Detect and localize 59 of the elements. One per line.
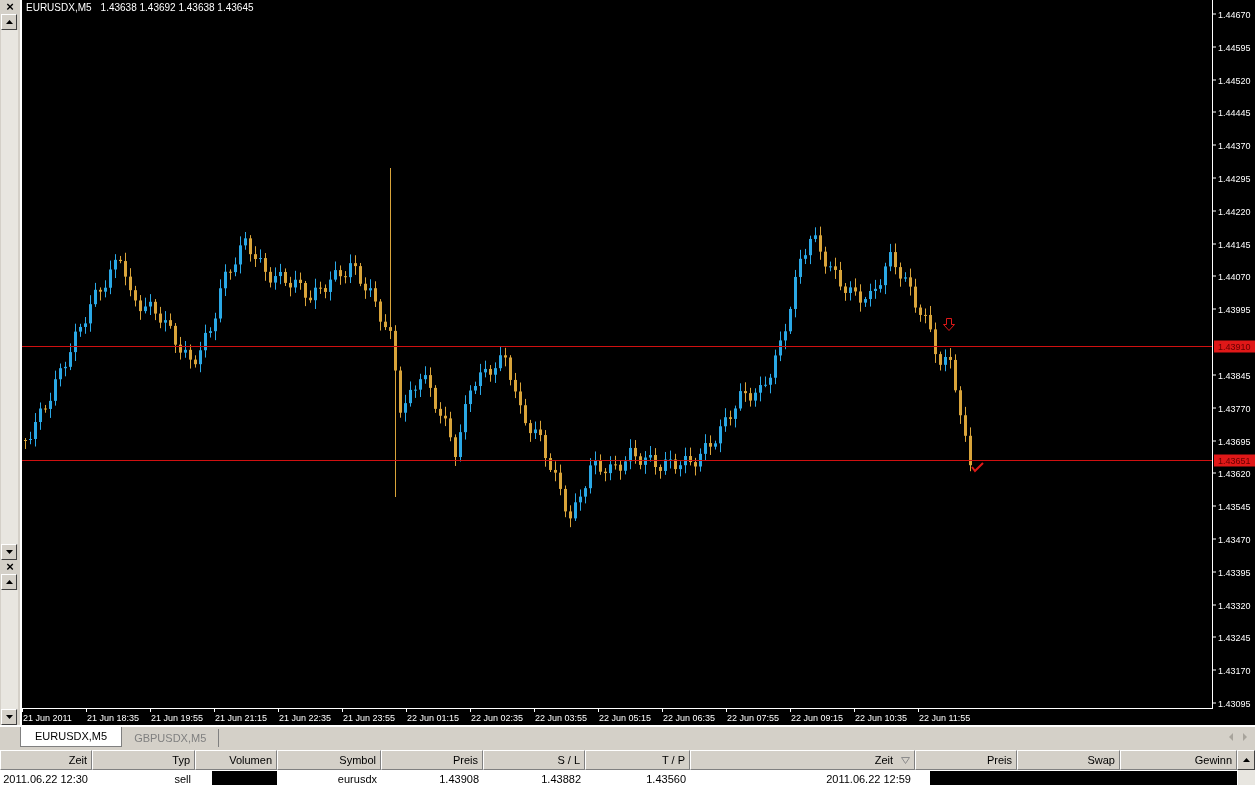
time-label: 22 Jun 03:55 [535,713,588,723]
column-header[interactable]: Preis [915,750,1017,770]
price-label: 1.43620 [1218,468,1251,479]
price-label: 1.43845 [1218,370,1251,381]
price-label: 1.44520 [1218,75,1251,86]
chart-quote: 1.43638 1.43692 1.43638 1.43645 [100,2,254,13]
time-label: 21 Jun 2011 [23,713,72,723]
price-label: 1.44595 [1218,42,1251,53]
price-label: 1.43170 [1218,665,1251,676]
time-label: 22 Jun 06:35 [663,713,716,723]
price-label: 1.43770 [1218,403,1251,414]
price-label: 1.43095 [1218,698,1251,709]
time-label: 21 Jun 18:35 [87,713,140,723]
column-header[interactable]: Swap [1017,750,1120,770]
price-label: 1.43995 [1218,304,1251,315]
chart-symbol: EURUSDX,M5 [26,2,92,13]
price-label: 1.43395 [1218,567,1251,578]
table-cell: 2011.06.22 12:30 [3,773,88,785]
close-button[interactable]: × [0,0,20,14]
time-label: 22 Jun 10:35 [855,713,908,723]
price-label: 1.44145 [1218,239,1251,250]
price-label: 1.43470 [1218,534,1251,545]
time-label: 22 Jun 07:55 [727,713,780,723]
column-header[interactable]: Gewinn [1120,750,1237,770]
column-header[interactable]: Preis [381,750,483,770]
time-label: 21 Jun 23:55 [343,713,396,723]
time-label: 22 Jun 05:15 [599,713,652,723]
column-header[interactable]: S / L [483,750,585,770]
table-cell: 1.43560 [646,773,686,785]
price-label: 1.44670 [1218,9,1251,20]
close-button[interactable]: × [0,560,20,574]
table-cell: sell [174,773,191,785]
table-cell: 1.43908 [439,773,479,785]
price-label: 1.44220 [1218,206,1251,217]
table-cell: 2011.06.22 12:59 [826,773,911,785]
time-label: 21 Jun 22:35 [279,713,332,723]
column-header[interactable]: Zeit [690,750,915,770]
time-label: 22 Jun 02:35 [471,713,524,723]
column-header[interactable]: Zeit [0,750,92,770]
price-label: 1.43320 [1218,600,1251,611]
price-label: 1.43245 [1218,632,1251,643]
table-cell: 1.43882 [541,773,581,785]
price-label: 1.44070 [1218,271,1251,282]
price-label: 1.44295 [1218,173,1251,184]
time-label: 21 Jun 19:55 [151,713,204,723]
table-cell: eurusdx [337,773,377,785]
price-label: 1.43545 [1218,501,1251,512]
time-label: 22 Jun 01:15 [407,713,460,723]
time-label: 22 Jun 09:15 [791,713,844,723]
column-header[interactable]: T / P [585,750,690,770]
price-label: 1.44445 [1218,107,1251,118]
column-header[interactable]: Symbol [277,750,381,770]
column-header[interactable]: Volumen [195,750,277,770]
column-header[interactable]: Typ [92,750,195,770]
price-label: 1.44370 [1218,140,1251,151]
time-label: 22 Jun 11:55 [919,713,971,723]
price-label: 1.43695 [1218,436,1251,447]
chart-tab[interactable]: EURUSDX,M5 [20,727,123,747]
time-label: 21 Jun 21:15 [215,713,268,723]
